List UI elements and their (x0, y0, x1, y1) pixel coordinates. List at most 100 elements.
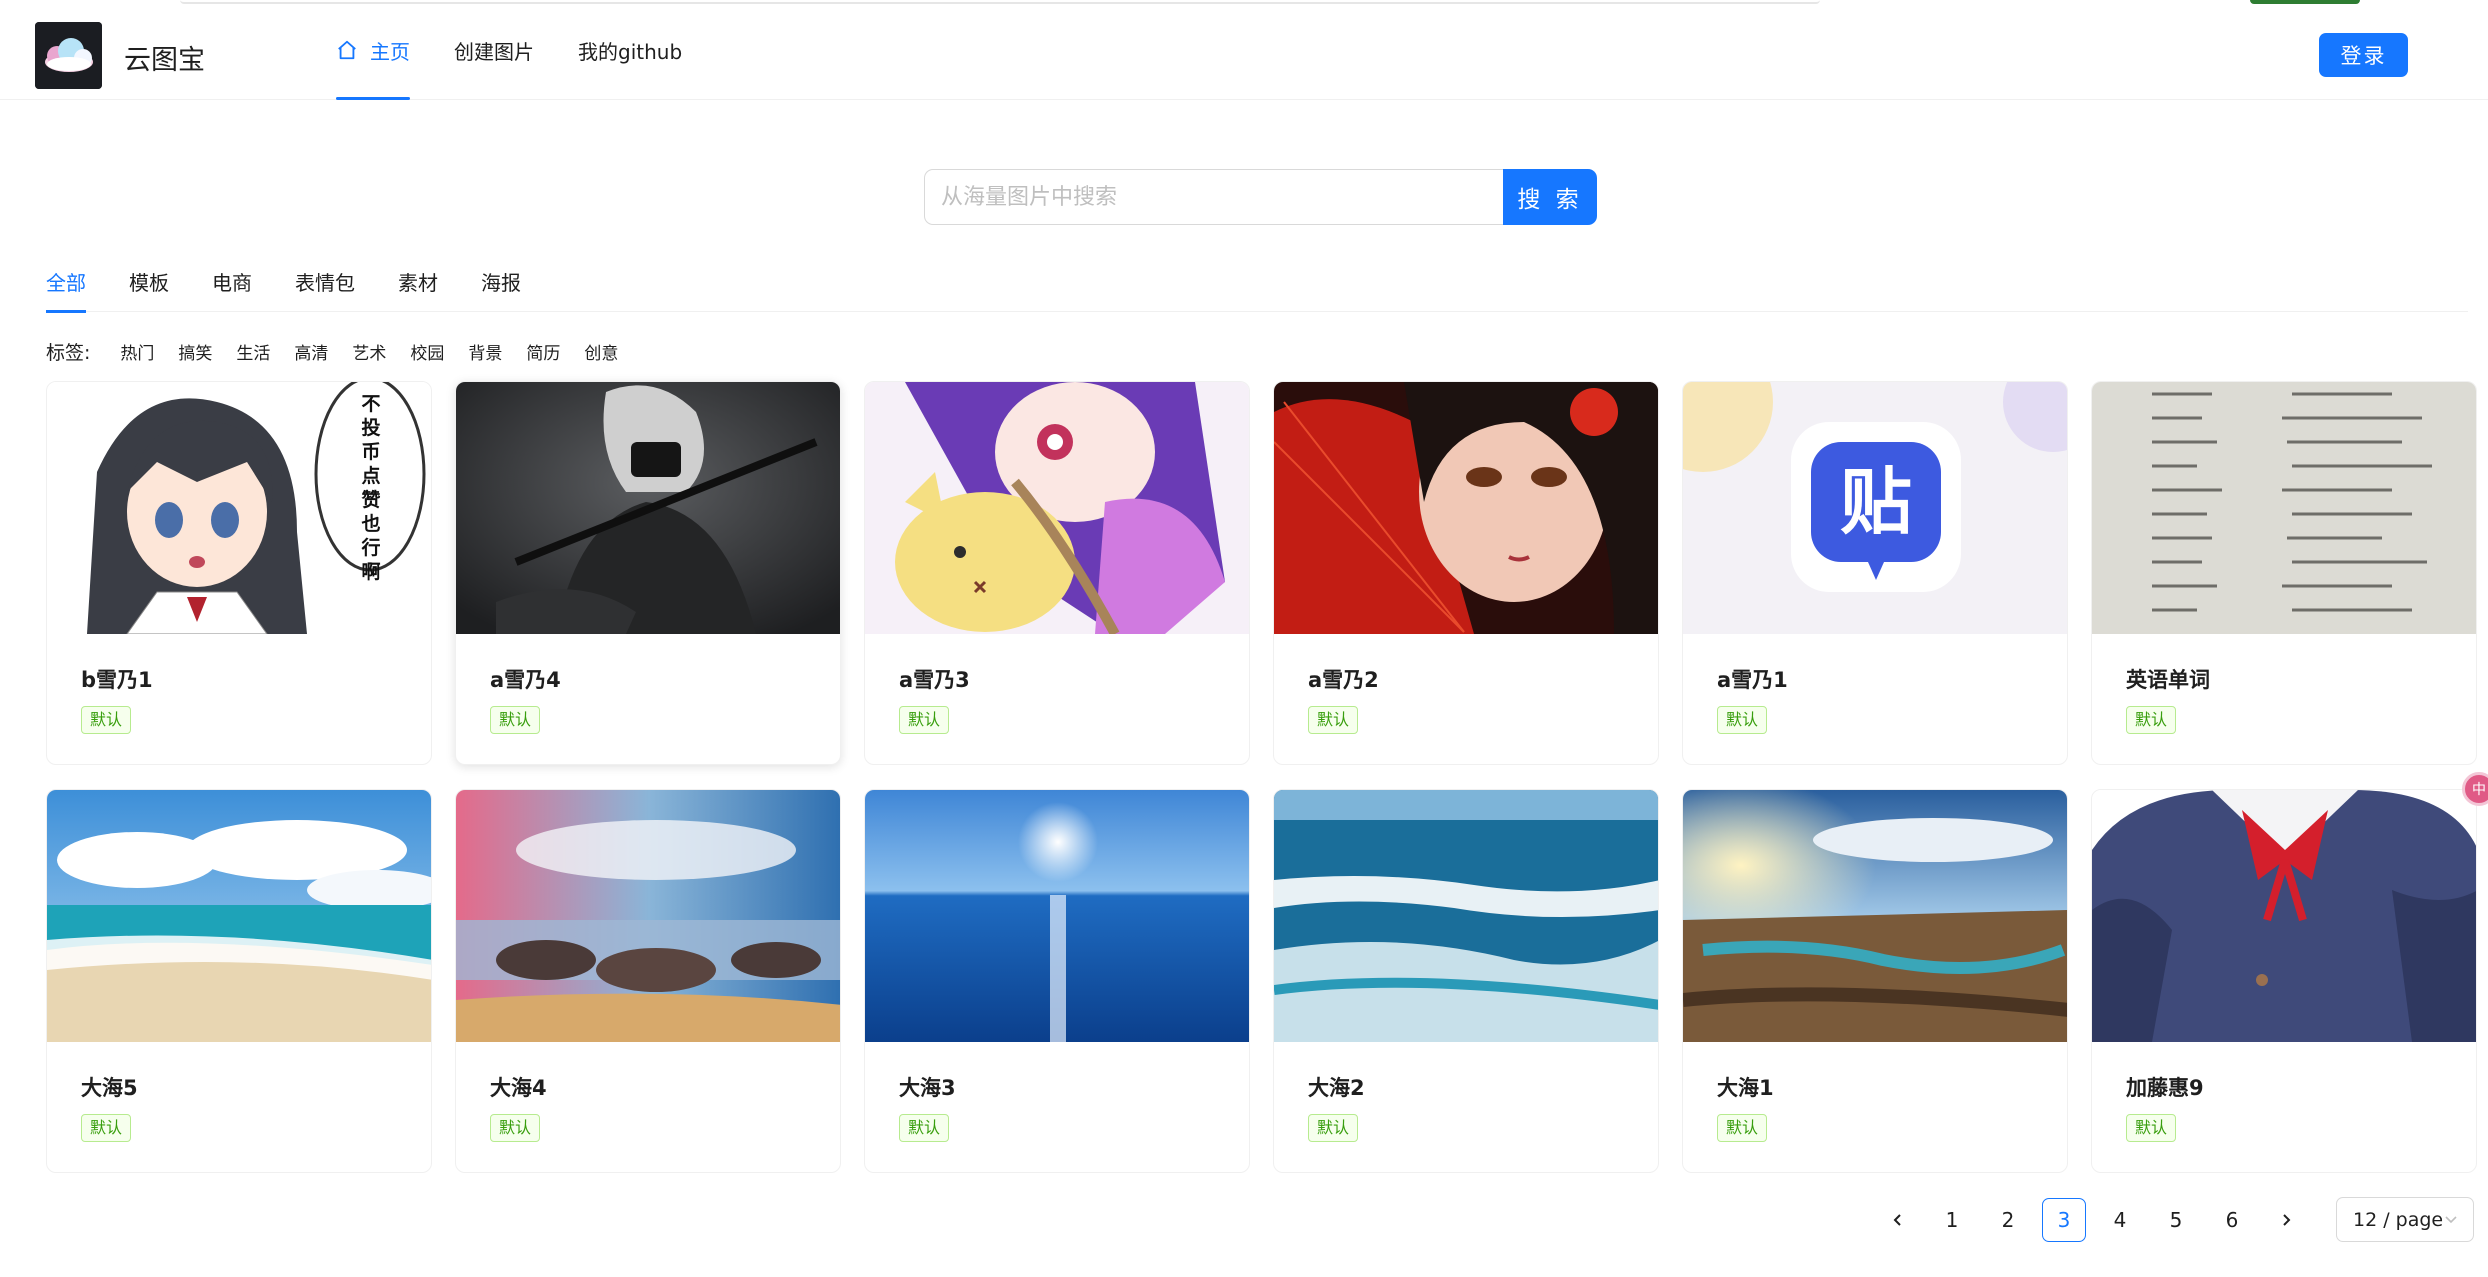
tab-ecommerce[interactable]: 电商 (212, 250, 252, 312)
tag-hd[interactable]: 高清 (294, 339, 328, 364)
picture-card[interactable]: 大海1 默认 (1682, 789, 2068, 1173)
site-title: 云图宝 (124, 45, 205, 76)
page-5[interactable]: 5 (2154, 1198, 2198, 1242)
tags-label: 标签: (46, 341, 91, 364)
tag-campus[interactable]: 校园 (410, 339, 444, 364)
picture-title: 加藤惠9 (2126, 1076, 2204, 1100)
page-2[interactable]: 2 (1986, 1198, 2030, 1242)
floating-language-badge[interactable]: 中 (2462, 772, 2488, 806)
page-3[interactable]: 3 (2042, 1198, 2086, 1242)
picture-card[interactable]: 加藤惠9 默认 (2091, 789, 2477, 1173)
picture-card[interactable]: 不投币点赞也行啊 b雪乃1 默认 (46, 381, 432, 765)
tag-resume[interactable]: 简历 (526, 339, 560, 364)
tab-template[interactable]: 模板 (129, 250, 169, 312)
tag-funny[interactable]: 搞笑 (178, 339, 212, 364)
picture-thumbnail (865, 382, 1249, 634)
picture-title: 大海4 (490, 1076, 547, 1100)
category-tag: 默认 (1308, 706, 1359, 734)
picture-card[interactable]: 贴 a雪乃1 默认 (1682, 381, 2068, 765)
picture-thumbnail (456, 382, 840, 634)
chevron-left-icon (1893, 1214, 1901, 1226)
picture-thumbnail (2092, 790, 2476, 1042)
picture-card[interactable]: a雪乃2 默认 (1273, 381, 1659, 765)
category-tag: 默认 (1308, 1114, 1359, 1142)
next-page-button[interactable] (2266, 1198, 2306, 1242)
nav-create-picture-label: 创建图片 (454, 39, 534, 64)
prev-page-button[interactable] (1878, 1198, 1918, 1242)
category-tag: 默认 (2126, 1114, 2177, 1142)
category-tag: 默认 (1717, 706, 1768, 734)
picture-title: 大海1 (1717, 1076, 1774, 1100)
category-tag: 默认 (490, 1114, 541, 1142)
search-bar: 搜 索 (924, 169, 1597, 225)
cloud-logo-icon (35, 22, 102, 89)
page-size-value: 12 / page (2353, 1208, 2444, 1231)
picture-thumbnail (456, 790, 840, 1042)
picture-card[interactable]: 大海2 默认 (1273, 789, 1659, 1173)
nav-home-label: 主页 (370, 39, 410, 64)
home-icon (338, 40, 356, 60)
picture-thumbnail: 不投币点赞也行啊 (47, 382, 431, 634)
search-button[interactable]: 搜 索 (1503, 169, 1597, 225)
nav-create-picture[interactable]: 创建图片 (454, 0, 534, 100)
picture-title: 大海2 (1308, 1076, 1365, 1100)
app-logo-char: 贴 (1839, 460, 1912, 544)
picture-card[interactable]: 大海5 默认 (46, 789, 432, 1173)
page-6[interactable]: 6 (2210, 1198, 2254, 1242)
picture-card[interactable]: a雪乃3 默认 (864, 381, 1250, 765)
category-tag: 默认 (899, 1114, 950, 1142)
picture-card[interactable]: 大海4 默认 (455, 789, 841, 1173)
category-tag: 默认 (81, 1114, 132, 1142)
category-tag: 默认 (490, 706, 541, 734)
picture-title: 大海3 (899, 1076, 956, 1100)
picture-title: 英语单词 (2126, 668, 2210, 692)
site-logo[interactable] (35, 22, 102, 89)
picture-thumbnail (1274, 790, 1658, 1042)
tab-all[interactable]: 全部 (46, 250, 86, 313)
category-tag: 默认 (2126, 706, 2177, 734)
tag-hot[interactable]: 热门 (120, 339, 154, 364)
picture-title: 大海5 (81, 1076, 138, 1100)
category-tag: 默认 (1717, 1114, 1768, 1142)
login-button[interactable]: 登录 (2319, 33, 2408, 77)
pagination: 1 2 3 4 5 6 (1878, 1198, 2318, 1242)
speech-bubble-text: 不投币点赞也行啊 (361, 393, 381, 583)
tag-background[interactable]: 背景 (468, 339, 502, 364)
nav-my-github-label: 我的github (578, 39, 683, 64)
page-4[interactable]: 4 (2098, 1198, 2142, 1242)
picture-title: a雪乃3 (899, 668, 970, 692)
app-header: 云图宝 主页 创建图片 我的github 登录 (0, 0, 2488, 100)
picture-grid: 不投币点赞也行啊 b雪乃1 默认 a雪乃4 默认 a雪乃3 默认 a雪乃2 默认… (46, 381, 2477, 1173)
chevron-down-icon (2445, 1216, 2457, 1224)
page-size-select[interactable]: 12 / page (2336, 1197, 2474, 1242)
page-1[interactable]: 1 (1930, 1198, 1974, 1242)
picture-thumbnail (2092, 382, 2476, 634)
chevron-right-icon (2283, 1214, 2291, 1226)
tag-filter: 标签: 热门 搞笑 生活 高清 艺术 校园 背景 简历 创意 (46, 336, 642, 366)
picture-thumbnail: 贴 (1683, 382, 2067, 634)
picture-thumbnail (47, 790, 431, 1042)
picture-card[interactable]: a雪乃4 默认 (455, 381, 841, 765)
category-tabs: 全部 模板 电商 表情包 素材 海报 (46, 250, 2468, 313)
search-input[interactable] (924, 169, 1503, 225)
nav-my-github[interactable]: 我的github (578, 0, 682, 100)
tag-creative[interactable]: 创意 (584, 339, 618, 364)
nav-home[interactable]: 主页 (336, 0, 410, 100)
picture-thumbnail (1274, 382, 1658, 634)
tag-life[interactable]: 生活 (236, 339, 270, 364)
tab-emoji[interactable]: 表情包 (295, 250, 355, 312)
picture-title: a雪乃1 (1717, 668, 1788, 692)
picture-card[interactable]: 英语单词 默认 (2091, 381, 2477, 765)
picture-thumbnail (1683, 790, 2067, 1042)
picture-card[interactable]: 大海3 默认 (864, 789, 1250, 1173)
tab-poster[interactable]: 海报 (481, 250, 521, 312)
category-tag: 默认 (81, 706, 132, 734)
picture-title: a雪乃4 (490, 668, 561, 692)
tag-art[interactable]: 艺术 (352, 339, 386, 364)
tab-material[interactable]: 素材 (398, 250, 438, 312)
category-tag: 默认 (899, 706, 950, 734)
picture-thumbnail (865, 790, 1249, 1042)
picture-title: b雪乃1 (81, 668, 153, 692)
main-nav: 主页 创建图片 我的github (336, 0, 726, 100)
picture-title: a雪乃2 (1308, 668, 1379, 692)
